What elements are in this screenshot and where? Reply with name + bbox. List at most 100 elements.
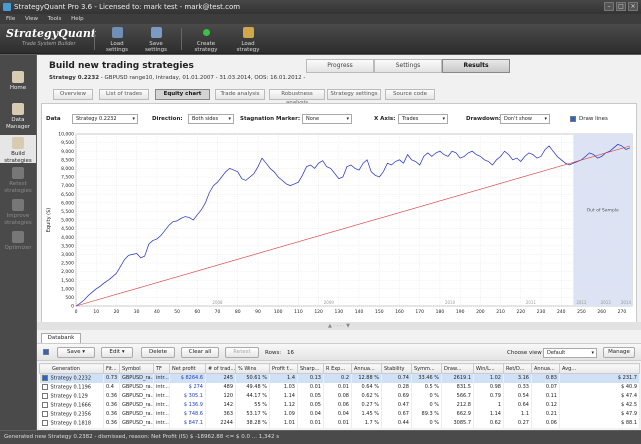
sidebar-item-label: Optimizer (4, 245, 32, 251)
menu-file[interactable]: File (6, 16, 15, 22)
column-header[interactable]: Annua... (351, 363, 382, 374)
build-icon (12, 137, 24, 149)
column-header[interactable]: % Wins (235, 363, 270, 374)
load-strategy-label: Load strategy (236, 41, 260, 53)
column-header[interactable]: Generation (39, 363, 104, 374)
maximize-button[interactable]: □ (616, 2, 626, 11)
column-header[interactable]: Win/L... (473, 363, 504, 374)
strategy-name-cell: Strategy 0.1818 (50, 420, 92, 427)
subtab-overview[interactable]: Overview (53, 89, 93, 100)
splitter-handle[interactable]: ▲ · · · · ▼ (37, 322, 641, 330)
table-row[interactable]: Strategy 0.129 0.36 GBPUSD_ra... intr... $ 3… (39, 391, 640, 401)
column-header[interactable]: Fit... (103, 363, 120, 374)
table-cell: 120 (205, 391, 236, 401)
table-cell: 1.12 (269, 400, 298, 410)
retest-button[interactable]: Retest (225, 347, 259, 358)
column-header[interactable]: Profit f... (269, 363, 298, 374)
row-checkbox[interactable] (41, 375, 48, 381)
column-header[interactable]: Annua... (531, 363, 560, 374)
create-strategy-button[interactable]: Create strategy (186, 27, 226, 53)
clear-all-button[interactable]: Clear all (181, 347, 219, 358)
row-checkbox[interactable] (41, 419, 48, 426)
subtab-trade-analysis[interactable]: Trade analysis (215, 89, 265, 100)
minimize-button[interactable]: – (604, 2, 614, 11)
tab-results[interactable]: Results (442, 59, 510, 73)
y-tick-label: 1,500 (61, 278, 74, 284)
column-header[interactable]: Symbol (119, 363, 154, 374)
sidebar-item-home[interactable]: Home (0, 71, 36, 92)
column-header[interactable]: Avg... (559, 363, 640, 374)
table-cell: 0.79 (473, 391, 504, 401)
table-cell: 0.36 (103, 418, 120, 428)
subtab-source-code[interactable]: Source code (385, 89, 435, 100)
menu-view[interactable]: View (25, 16, 38, 22)
table-cell: 38.28 % (235, 418, 270, 428)
x-tick-label: 200 (476, 309, 485, 315)
column-header[interactable]: # of trad... (205, 363, 236, 374)
out-of-sample-label: Out of Sample (587, 207, 619, 213)
table-cell: GBPUSD_ra... (119, 373, 154, 383)
data-label: Data (46, 116, 61, 122)
tab-settings[interactable]: Settings (374, 59, 442, 73)
table-cell: 0 % (411, 418, 442, 428)
databank-tab[interactable]: Databank (41, 333, 81, 343)
column-header[interactable]: Draw... (441, 363, 474, 374)
edit-button[interactable]: Edit ▾ (101, 347, 133, 358)
data-select[interactable]: Strategy 0.2232 ▾ (72, 114, 138, 124)
table-row[interactable]: Strategy 0.2232 0.73 GBPUSD_ra... intr... $ … (39, 373, 640, 383)
stagnation-select[interactable]: None ▾ (302, 114, 352, 124)
column-header[interactable]: Symm... (411, 363, 442, 374)
draw-lines-checkbox[interactable] (570, 116, 576, 122)
column-header[interactable]: Sharp... (297, 363, 324, 374)
row-checkbox[interactable] (41, 383, 48, 390)
table-row[interactable]: Strategy 0.1818 0.36 GBPUSD_ra... intr... $ … (39, 418, 640, 428)
save-settings-button[interactable]: Save settings (138, 27, 174, 53)
table-cell: 0.06 (323, 400, 352, 410)
direction-select[interactable]: Both sides ▾ (188, 114, 234, 124)
menu-tools[interactable]: Tools (48, 16, 62, 22)
table-cell: 3.16 (503, 373, 532, 383)
sidebar-item-build-strategies[interactable]: Build strategies (0, 135, 36, 164)
sidebar-item-improve-strategies[interactable]: Improve strategies (0, 199, 36, 227)
drawdown-select[interactable]: Don't show ▾ (500, 114, 550, 124)
strategy-name-cell: Strategy 0.2232 (50, 375, 92, 382)
column-header[interactable]: R Exp... (323, 363, 352, 374)
menu-help[interactable]: Help (71, 16, 84, 22)
save-button[interactable]: Save ▾ (57, 347, 95, 358)
x-tick-label: 220 (517, 309, 526, 315)
close-button[interactable]: × (628, 2, 638, 11)
sidebar-item-label: strategies (4, 188, 32, 194)
direction-select-value: Both sides (192, 116, 219, 122)
stagnation-label: Stagnation Marker: (240, 116, 301, 122)
row-checkbox[interactable] (41, 410, 48, 417)
xaxis-select[interactable]: Trades ▾ (398, 114, 448, 124)
choose-view-select[interactable]: Default ▾ (543, 348, 597, 358)
table-row[interactable]: Strategy 0.2356 0.36 GBPUSD_ra... intr... $ … (39, 409, 640, 419)
table-cell: 0.73 (103, 373, 120, 383)
column-header[interactable]: Stability (381, 363, 412, 374)
table-cell: 1.7 % (351, 418, 382, 428)
delete-button[interactable]: Delete (141, 347, 175, 358)
subtab-list-of-trades[interactable]: List of trades (99, 89, 149, 100)
sidebar-item-optimizer[interactable]: Optimizer (0, 231, 36, 252)
subtab-robustness-analysis[interactable]: Robustness analysis (269, 89, 325, 106)
row-checkbox[interactable] (41, 392, 48, 399)
column-header[interactable]: Ret/D... (503, 363, 532, 374)
load-settings-button[interactable]: Load settings (100, 27, 134, 53)
sidebar-item-data-manager[interactable]: Data Manager (0, 103, 36, 131)
table-cell: 0.04 (323, 409, 352, 419)
load-strategy-button[interactable]: Load strategy (230, 27, 266, 53)
column-header[interactable]: TF (153, 363, 170, 374)
table-row[interactable]: Strategy 0.1666 0.36 GBPUSD_ra... intr... $ … (39, 400, 640, 410)
sidebar-item-retest-strategies[interactable]: Retest strategies (0, 167, 36, 195)
table-row[interactable]: Strategy 0.1196 0.4 GBPUSD_ra... intr... $ 2… (39, 382, 640, 392)
column-header[interactable]: Net profit (169, 363, 206, 374)
subtab-strategy-settings[interactable]: Strategy settings (327, 89, 381, 100)
select-all-checkbox[interactable] (43, 349, 49, 355)
tab-progress[interactable]: Progress (306, 59, 374, 73)
table-cell: 0.06 (531, 418, 560, 428)
manage-button[interactable]: Manage (603, 347, 635, 358)
strategy-name-cell: Strategy 0.2356 (50, 411, 92, 418)
row-checkbox[interactable] (41, 401, 48, 408)
subtab-equity-chart[interactable]: Equity chart (155, 89, 210, 100)
